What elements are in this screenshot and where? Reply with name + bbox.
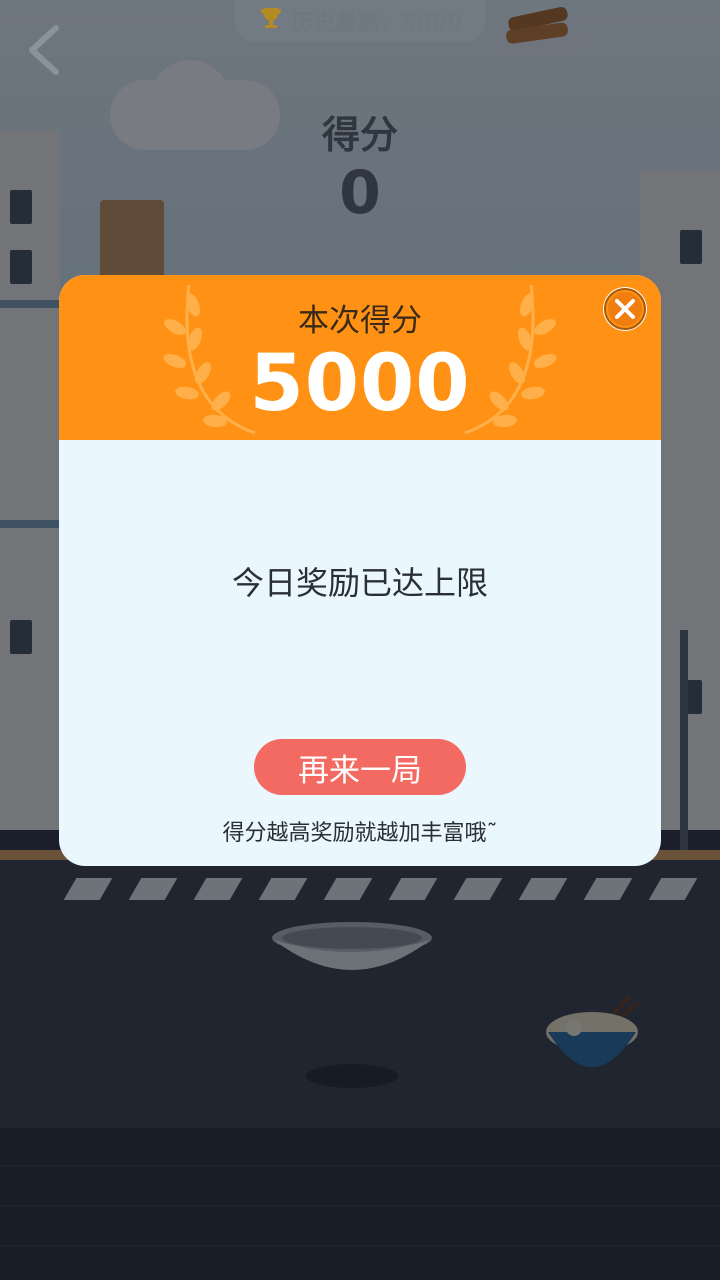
close-button[interactable] <box>603 287 647 331</box>
trophy-icon <box>257 6 285 36</box>
modal-subtitle: 本次得分 <box>298 303 422 339</box>
modal-score: 5000 <box>249 339 471 429</box>
close-icon <box>604 288 646 330</box>
hint-text: 得分越高奖励就越加丰富哦˜ <box>222 821 498 846</box>
result-modal: 本次得分 5000 今日奖励已达上限 再来一局 得分越高奖励就越加丰富哦˜ <box>59 275 661 866</box>
play-again-button[interactable]: 再来一局 <box>254 739 466 795</box>
reward-limit-message: 今日奖励已达上限 <box>231 564 488 602</box>
best-score-text: 历史最高：5000 <box>291 11 463 36</box>
best-score-badge: 历史最高：5000 <box>235 0 485 42</box>
chevron-left-icon[interactable] <box>20 22 72 78</box>
modal-header: 本次得分 5000 <box>59 275 661 440</box>
